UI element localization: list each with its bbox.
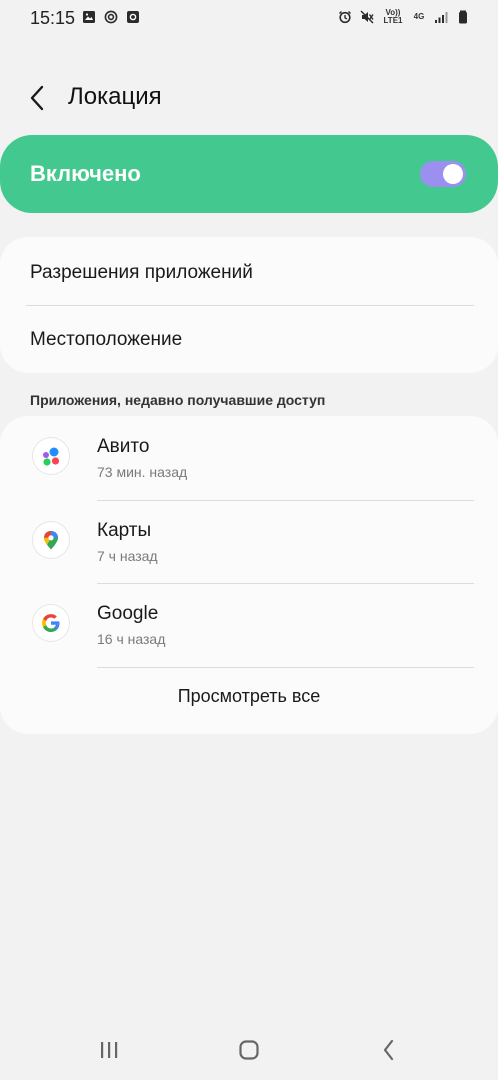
toggle-label: Включено bbox=[30, 161, 141, 186]
back-icon bbox=[383, 1039, 394, 1061]
image-icon bbox=[83, 11, 95, 23]
list-item-avito[interactable]: Авито 73 мин. назад bbox=[0, 416, 498, 500]
home-icon bbox=[239, 1040, 259, 1060]
at-sign-icon bbox=[104, 10, 118, 24]
chevron-left-icon bbox=[30, 85, 44, 111]
section-title: Приложения, недавно получавшие доступ bbox=[30, 392, 326, 408]
status-right-icons: Vo)) LTE1 4G bbox=[338, 9, 470, 25]
app-name: Google bbox=[97, 603, 159, 624]
nav-back-button[interactable] bbox=[374, 1038, 404, 1062]
app-name: Карты bbox=[97, 520, 152, 541]
volte-icon: Vo)) LTE1 bbox=[383, 8, 403, 25]
toggle-switch[interactable] bbox=[420, 161, 466, 187]
location-master-toggle[interactable]: Включено bbox=[0, 135, 498, 213]
mute-icon bbox=[360, 10, 374, 24]
recent-apps-card: Авито 73 мин. назад Карты 7 ч назад Goog… bbox=[0, 416, 498, 734]
location-services-item[interactable]: Местоположение bbox=[30, 329, 182, 351]
signal-icon bbox=[435, 12, 448, 23]
navigation-bar bbox=[0, 1030, 498, 1070]
list-item-google[interactable]: Google 16 ч назад bbox=[0, 583, 498, 667]
status-left-icons bbox=[82, 10, 140, 24]
app-permissions-item[interactable]: Разрешения приложений bbox=[30, 262, 253, 284]
toggle-knob bbox=[443, 164, 463, 184]
recents-button[interactable] bbox=[94, 1038, 124, 1062]
home-button[interactable] bbox=[234, 1038, 264, 1062]
status-time: 15:15 bbox=[30, 8, 76, 28]
back-button[interactable] bbox=[22, 82, 54, 114]
camera-app-icon bbox=[127, 11, 139, 23]
divider bbox=[26, 305, 474, 306]
status-bar: 15:15 Vo)) LTE1 4G bbox=[0, 0, 498, 38]
divider bbox=[97, 667, 474, 668]
avito-icon bbox=[33, 438, 69, 474]
page-title: Локация bbox=[68, 83, 162, 110]
settings-card: Разрешения приложений Местоположение bbox=[0, 237, 498, 373]
google-icon bbox=[33, 605, 69, 641]
lte-4g-icon: 4G bbox=[413, 12, 425, 21]
battery-icon bbox=[459, 10, 467, 24]
alarm-icon bbox=[339, 11, 351, 24]
app-access-time: 73 мин. назад bbox=[97, 464, 188, 480]
app-header: Локация bbox=[0, 72, 498, 124]
list-item-maps[interactable]: Карты 7 ч назад bbox=[0, 500, 498, 584]
app-access-time: 7 ч назад bbox=[97, 548, 158, 564]
app-access-time: 16 ч назад bbox=[97, 631, 166, 647]
app-name: Авито bbox=[97, 436, 150, 457]
recents-icon bbox=[101, 1042, 118, 1058]
maps-icon bbox=[33, 522, 69, 558]
view-all-button[interactable]: Просмотреть все bbox=[0, 686, 498, 707]
